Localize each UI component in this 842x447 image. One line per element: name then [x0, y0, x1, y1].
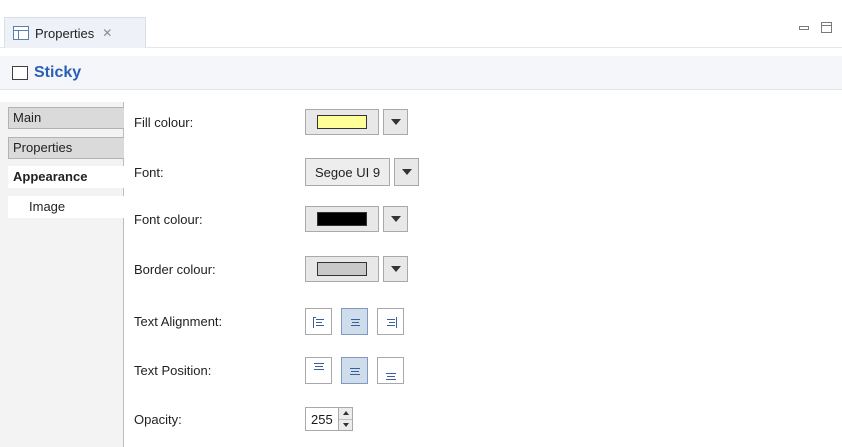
arrow-down-icon [342, 422, 349, 427]
view-tab-label: Properties [35, 25, 95, 41]
chevron-down-icon [390, 266, 401, 272]
fill-colour-swatch [317, 115, 367, 129]
maximize-icon[interactable] [821, 22, 832, 33]
align-center-button[interactable] [341, 307, 368, 335]
font-button[interactable]: Segoe UI 9 [305, 158, 391, 186]
border-colour-row: Border colour: [134, 253, 834, 285]
chevron-down-icon [401, 169, 412, 175]
minimize-icon[interactable] [799, 26, 809, 30]
align-right-button[interactable] [377, 307, 404, 335]
spin-down-button[interactable] [339, 420, 352, 431]
font-dropdown[interactable] [394, 158, 420, 186]
text-alignment-label: Text Alignment: [134, 313, 223, 329]
properties-view-icon [13, 26, 29, 40]
font-colour-button[interactable] [305, 206, 379, 232]
text-position-label: Text Position: [134, 362, 212, 378]
chevron-down-icon [390, 119, 401, 125]
position-middle-button[interactable] [341, 356, 368, 384]
fill-colour-dropdown[interactable] [383, 109, 408, 135]
align-center-icon [351, 318, 360, 320]
align-left-button[interactable] [305, 307, 332, 335]
tab-image[interactable]: Image [8, 196, 124, 218]
border-colour-label: Border colour: [134, 261, 216, 277]
text-alignment-row: Text Alignment: [134, 305, 834, 337]
spin-up-button[interactable] [339, 408, 352, 420]
tab-column: Main Properties Appearance Image [0, 102, 124, 447]
opacity-spin-buttons [339, 407, 353, 431]
properties-view-tab[interactable]: Properties ✕ [4, 17, 146, 48]
close-icon[interactable]: ✕ [102, 26, 112, 40]
window-controls [799, 22, 832, 33]
opacity-label: Opacity: [134, 411, 182, 427]
fill-colour-label: Fill colour: [134, 114, 194, 130]
page-title: Sticky [34, 63, 82, 81]
align-right-icon [387, 318, 395, 320]
fill-colour-button[interactable] [305, 109, 379, 135]
tab-main[interactable]: Main [8, 107, 124, 129]
border-colour-swatch [317, 262, 367, 276]
position-top-icon [314, 362, 324, 364]
border-colour-dropdown[interactable] [383, 256, 408, 282]
position-bottom-icon [386, 372, 396, 374]
opacity-row: Opacity: 255 [134, 403, 834, 435]
border-colour-button[interactable] [305, 256, 379, 282]
tab-appearance[interactable]: Appearance [8, 166, 124, 188]
tab-properties[interactable]: Properties [8, 137, 124, 159]
fill-colour-row: Fill colour: [134, 106, 834, 138]
position-top-button[interactable] [305, 356, 332, 384]
position-bottom-button[interactable] [377, 356, 404, 384]
appearance-panel: Fill colour: Font: Segoe UI 9 Font colou… [125, 102, 842, 447]
opacity-spinner: 255 [305, 407, 353, 431]
font-row: Font: Segoe UI 9 [134, 156, 834, 188]
sticky-note-icon [12, 65, 28, 80]
font-colour-label: Font colour: [134, 211, 203, 227]
font-label: Font: [134, 164, 164, 180]
title-band: Sticky [0, 56, 842, 90]
view-tab-bar: Properties ✕ [0, 8, 842, 48]
opacity-input[interactable]: 255 [305, 407, 339, 431]
font-colour-row: Font colour: [134, 203, 834, 235]
chevron-down-icon [390, 216, 401, 222]
arrow-up-icon [342, 411, 349, 416]
text-position-row: Text Position: [134, 354, 834, 386]
font-colour-dropdown[interactable] [383, 206, 408, 232]
position-middle-icon [350, 367, 360, 369]
font-colour-swatch [317, 212, 367, 226]
